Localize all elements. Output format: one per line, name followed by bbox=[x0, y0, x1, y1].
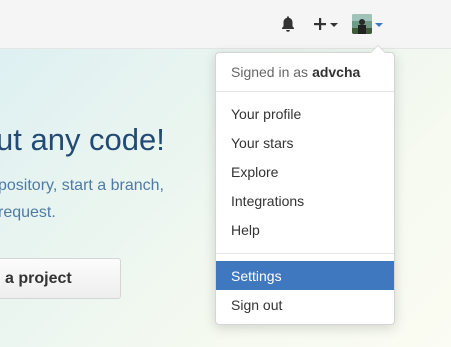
hero-description-line-1: pository, start a branch, bbox=[0, 177, 164, 194]
start-project-button[interactable]: a project bbox=[0, 258, 121, 299]
bell-icon bbox=[282, 16, 294, 32]
chevron-down-icon bbox=[375, 23, 383, 27]
avatar bbox=[352, 14, 372, 34]
hero-description-line-2: request. bbox=[0, 204, 56, 221]
signed-in-label: Signed in as bbox=[231, 63, 309, 80]
plus-icon bbox=[314, 18, 326, 30]
menu-item-sign-out[interactable]: Sign out bbox=[216, 290, 394, 319]
chevron-down-icon bbox=[330, 23, 338, 27]
top-header bbox=[0, 0, 451, 49]
menu-item-help[interactable]: Help bbox=[216, 215, 394, 244]
username: advcha bbox=[312, 63, 361, 80]
signed-in-header: Signed in as advcha bbox=[216, 53, 394, 90]
menu-item-settings[interactable]: Settings bbox=[216, 261, 394, 290]
user-menu-button[interactable] bbox=[352, 12, 390, 36]
menu-divider bbox=[216, 253, 394, 254]
hero-title: ut any code! bbox=[0, 122, 165, 157]
menu-item-explore[interactable]: Explore bbox=[216, 157, 394, 186]
create-new-button[interactable] bbox=[313, 12, 339, 36]
menu-item-your-stars[interactable]: Your stars bbox=[216, 128, 394, 157]
menu-item-integrations[interactable]: Integrations bbox=[216, 186, 394, 215]
menu-divider bbox=[216, 91, 394, 92]
notifications-button[interactable] bbox=[280, 12, 298, 36]
user-dropdown-menu: Signed in as advcha Your profile Your st… bbox=[215, 45, 395, 325]
menu-item-your-profile[interactable]: Your profile bbox=[216, 99, 394, 128]
